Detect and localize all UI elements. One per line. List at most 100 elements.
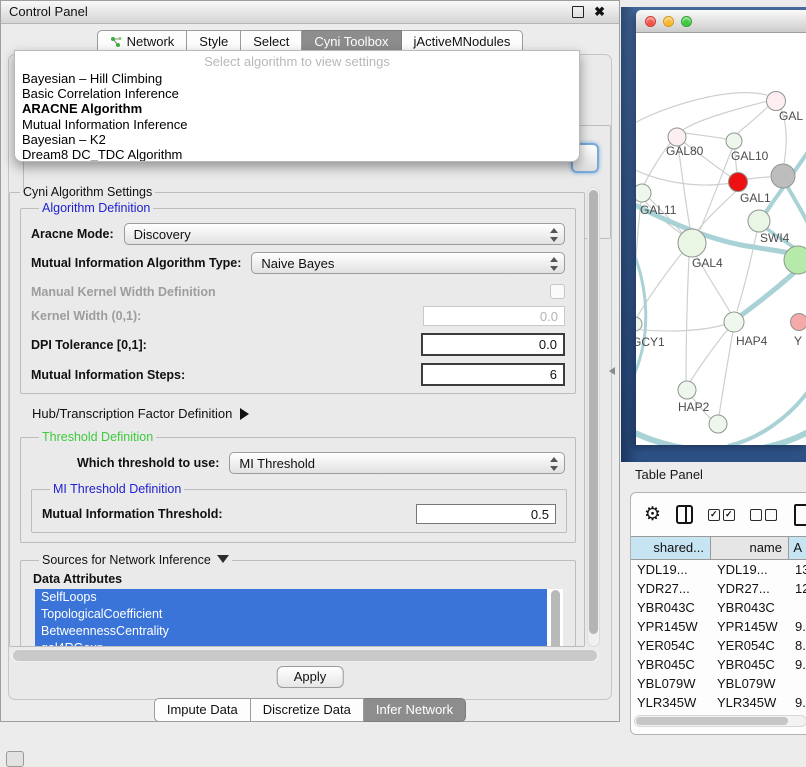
- minimize-traffic-light-icon[interactable]: [663, 16, 674, 27]
- mi-threshold-label: Mutual Information Threshold:: [42, 507, 223, 521]
- node-gal10[interactable]: [726, 133, 742, 149]
- aracne-mode-combobox[interactable]: Discovery: [124, 223, 565, 245]
- table-cell: YBR043C: [711, 598, 789, 617]
- mi-threshold-field[interactable]: 0.5: [416, 504, 556, 524]
- mi-type-combobox[interactable]: Naive Bayes: [251, 252, 565, 274]
- table-row[interactable]: YPR145WYPR145W9.: [631, 617, 806, 636]
- table-cell: YBR045C: [631, 655, 711, 674]
- float-window-icon[interactable]: [572, 6, 584, 18]
- table-row[interactable]: YBR043CYBR043C: [631, 598, 806, 617]
- table-body: YDL19...YDL19...13YDR27...YDR27...12YBR0…: [631, 560, 806, 711]
- network-canvas[interactable]: GALGAL80GAL10GAL1GAL11SWI4GAL4GCY1HAP4YH…: [636, 33, 806, 445]
- combobox-stepper-icon: [549, 257, 557, 271]
- table-panel-title: Table Panel: [635, 467, 703, 482]
- node-gal4[interactable]: [678, 229, 706, 257]
- node-gcy1[interactable]: [636, 317, 642, 331]
- apply-button[interactable]: Apply: [277, 666, 344, 688]
- table-panel: ⚙ ✓✓ shared...nameA YDL19...YDL19...13YD…: [630, 492, 806, 735]
- column-header[interactable]: A: [789, 537, 806, 559]
- node-unlabeled[interactable]: [709, 415, 727, 433]
- cyni-algorithm-settings-group: Cyni Algorithm Settings Algorithm Defini…: [9, 185, 585, 647]
- algorithm-item[interactable]: Dream8 DC_TDC Algorithm: [15, 147, 579, 162]
- node-hap2[interactable]: [678, 381, 696, 399]
- tab-discretize-data[interactable]: Discretize Data: [251, 698, 364, 722]
- bottom-tab-bar: Impute Data Discretize Data Infer Network: [1, 698, 619, 722]
- column-header[interactable]: shared...: [631, 537, 711, 559]
- splitter-collapse-icon[interactable]: [609, 367, 615, 375]
- list-scrollbar[interactable]: [551, 590, 560, 647]
- table-cell: 9.: [789, 655, 806, 674]
- table-cell: YDR27...: [711, 579, 789, 598]
- column-header[interactable]: name: [711, 537, 789, 559]
- node-gal1[interactable]: [729, 173, 748, 192]
- control-panel-window: Control Panel ✖ NetworkStyleSelectCyni T…: [0, 0, 620, 722]
- node-gal[interactable]: [767, 92, 786, 111]
- table-row[interactable]: YLR345WYLR345W9.: [631, 693, 806, 711]
- hub-definition-label: Hub/Transcription Factor Definition: [32, 406, 232, 421]
- table-row[interactable]: YBL079WYBL079W: [631, 674, 806, 693]
- algorithm-item[interactable]: Bayesian – Hill Climbing: [15, 71, 579, 86]
- window-title: Control Panel: [9, 1, 88, 23]
- dpi-tolerance-label: DPI Tolerance [0,1]:: [31, 338, 147, 352]
- columns-icon[interactable]: [676, 505, 693, 524]
- app-root: Control Panel ✖ NetworkStyleSelectCyni T…: [0, 0, 806, 762]
- threshold-definition-group: Threshold Definition Which threshold to …: [20, 430, 576, 543]
- expanded-arrow-icon[interactable]: [217, 555, 229, 563]
- deselect-all-checkboxes-icon[interactable]: [750, 509, 777, 521]
- gear-icon[interactable]: ⚙: [644, 505, 661, 524]
- tab-label: Style: [199, 34, 228, 49]
- table-cell: YER054C: [711, 636, 789, 655]
- mi-type-label: Mutual Information Algorithm Type:: [31, 256, 241, 270]
- table-row[interactable]: YBR045CYBR045C9.: [631, 655, 806, 674]
- hub-definition-expander[interactable]: Hub/Transcription Factor Definition: [32, 406, 584, 421]
- node-y[interactable]: [791, 314, 806, 331]
- settings-horizontal-scrollbar[interactable]: [11, 649, 599, 662]
- mi-steps-field[interactable]: 6: [421, 363, 565, 386]
- algorithm-item[interactable]: ARACNE Algorithm: [15, 101, 579, 116]
- which-threshold-combobox[interactable]: MI Threshold: [229, 452, 565, 474]
- network-view-window: GALGAL80GAL10GAL1GAL11SWI4GAL4GCY1HAP4YH…: [636, 10, 806, 445]
- select-all-checkboxes-icon[interactable]: ✓✓: [708, 509, 735, 521]
- data-attributes-list[interactable]: SelfLoopsTopologicalCoefficientBetweenne…: [35, 589, 563, 647]
- node-swi4[interactable]: [748, 210, 770, 232]
- mi-threshold-group-title: MI Threshold Definition: [50, 482, 184, 496]
- aracne-mode-label: Aracne Mode:: [31, 227, 114, 241]
- attribute-item-selected[interactable]: TopologicalCoefficient: [35, 606, 547, 623]
- dpi-tolerance-field[interactable]: 0.0: [421, 333, 565, 356]
- node-unlabeled[interactable]: [771, 164, 795, 188]
- table-cell: YDL19...: [711, 560, 789, 579]
- table-row[interactable]: YDL19...YDL19...13: [631, 560, 806, 579]
- export-table-icon[interactable]: [794, 504, 806, 526]
- node-label: GAL10: [731, 149, 769, 163]
- bottom-corner-button[interactable]: [6, 751, 24, 767]
- tab-impute-data[interactable]: Impute Data: [154, 698, 251, 722]
- table-row[interactable]: YER054CYER054C8.: [631, 636, 806, 655]
- table-toolbar: ⚙ ✓✓: [631, 493, 806, 536]
- zoom-traffic-light-icon[interactable]: [681, 16, 692, 27]
- algorithm-item[interactable]: Mutual Information Inference: [15, 117, 579, 132]
- table-horizontal-scrollbar[interactable]: [634, 715, 806, 727]
- tab-label: Discretize Data: [263, 702, 351, 717]
- algorithm-item[interactable]: Basic Correlation Inference: [15, 86, 579, 101]
- tab-infer-network[interactable]: Infer Network: [364, 698, 466, 722]
- attribute-item-selected[interactable]: BetweennessCentrality: [35, 623, 547, 640]
- attribute-item-selected[interactable]: gal4RGexp: [35, 640, 547, 647]
- mi-steps-label: Mutual Information Steps:: [31, 368, 185, 382]
- manual-kernel-checkbox[interactable]: [550, 284, 565, 299]
- node-gal11[interactable]: [636, 184, 651, 202]
- network-window-titlebar[interactable]: [636, 10, 806, 33]
- table-cell: YPR145W: [711, 617, 789, 636]
- attribute-item-selected[interactable]: SelfLoops: [35, 589, 547, 606]
- table-row[interactable]: YDR27...YDR27...12: [631, 579, 806, 598]
- node-hap4[interactable]: [724, 312, 744, 332]
- close-traffic-light-icon[interactable]: [645, 16, 656, 27]
- table-cell: YLR345W: [631, 693, 711, 711]
- which-threshold-value: MI Threshold: [230, 456, 315, 471]
- mi-type-value: Naive Bayes: [252, 256, 334, 271]
- mi-threshold-group: MI Threshold Definition Mutual Informati…: [31, 482, 567, 533]
- settings-vertical-scrollbar[interactable]: [587, 187, 600, 647]
- manual-kernel-label: Manual Kernel Width Definition: [31, 285, 216, 299]
- close-icon[interactable]: ✖: [594, 7, 605, 17]
- node-label: HAP4: [736, 334, 768, 348]
- algorithm-item[interactable]: Bayesian – K2: [15, 132, 579, 147]
